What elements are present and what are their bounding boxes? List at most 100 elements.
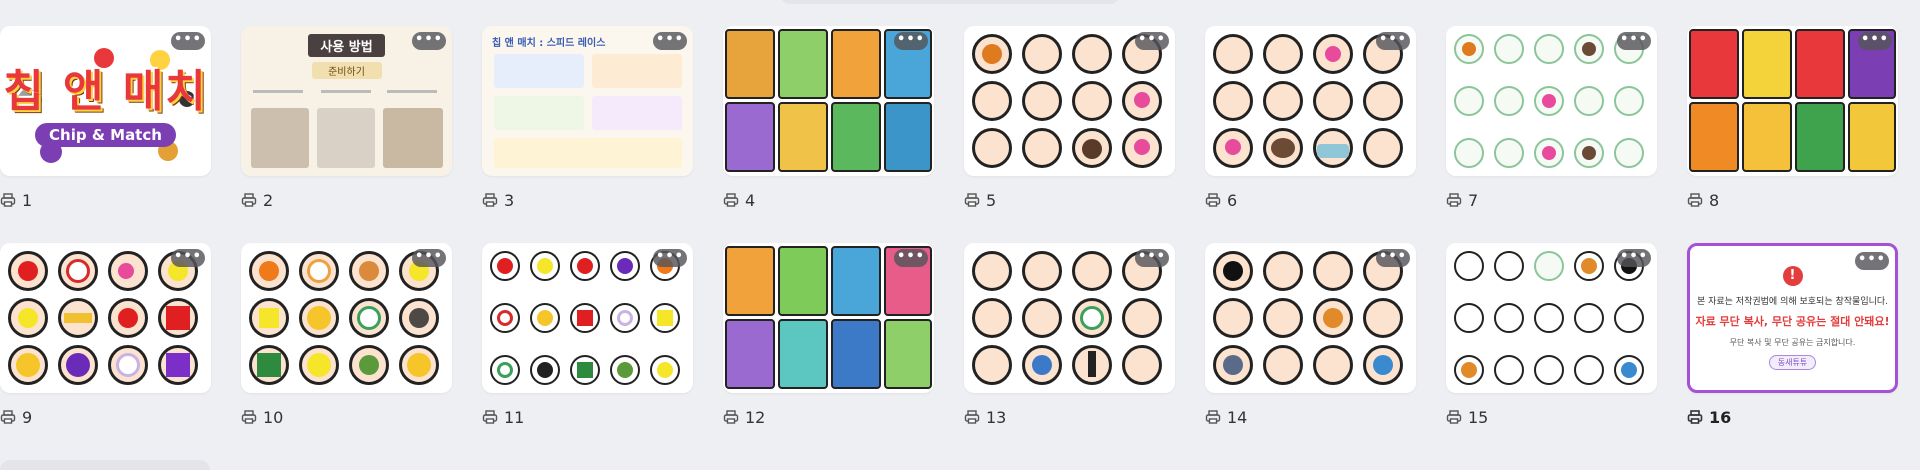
slide-number: 5 [986, 190, 997, 210]
slide-thumbnail-selected[interactable]: ! 본 자료는 저작권법에 의해 보호되는 창작물입니다. 자료 무단 복사, … [1687, 243, 1898, 393]
slide-thumbnail[interactable]: ••• [723, 243, 934, 393]
object-card [725, 246, 775, 316]
more-options-button[interactable]: ••• [1858, 32, 1892, 50]
slide-thumbnail[interactable]: ••• [241, 243, 452, 393]
slide-number: 4 [745, 190, 756, 210]
printer-icon [723, 193, 739, 207]
slide-thumbnail[interactable]: ••• [1687, 26, 1898, 176]
more-options-button[interactable]: ••• [653, 32, 687, 50]
warning-icon: ! [1782, 266, 1803, 286]
more-options-button[interactable]: ••• [171, 249, 205, 267]
animal-card [725, 102, 775, 172]
slide-thumbnail[interactable]: 사용 방법 준비하기 ••• [241, 26, 452, 176]
printer-icon [1446, 193, 1462, 207]
more-options-button[interactable]: ••• [894, 249, 928, 267]
rules-box [494, 138, 682, 168]
slide-number: 16 [1709, 407, 1732, 427]
slide-thumbnail[interactable]: ••• [1205, 26, 1416, 176]
slide-caption: 7 [1446, 188, 1658, 212]
rules-box [592, 54, 682, 88]
more-options-button[interactable]: ••• [1135, 249, 1169, 267]
more-options-button[interactable]: ••• [1855, 252, 1889, 270]
instructions-subtitle: 준비하기 [311, 62, 382, 79]
slide-number: 9 [22, 407, 33, 427]
printer-icon [964, 193, 980, 207]
slide-item-4[interactable]: ••• 4 [723, 26, 935, 212]
slide-caption: 8 [1687, 188, 1899, 212]
more-options-button[interactable]: ••• [653, 249, 687, 267]
slide-thumbnail[interactable]: ••• [0, 243, 211, 393]
rules-box [494, 96, 584, 130]
slide-thumbnail[interactable]: ••• [1446, 26, 1657, 176]
printer-icon [1205, 193, 1221, 207]
slide-thumbnail[interactable]: ••• [964, 26, 1175, 176]
slide-item-5[interactable]: ••• 5 [964, 26, 1176, 212]
slide-item-14[interactable]: ••• 14 [1205, 243, 1417, 429]
text-line [253, 90, 303, 93]
slide-item-1[interactable]: 칩 앤 매치 Chip & Match ••• 1 [0, 26, 212, 212]
slide-caption: 2 [241, 188, 453, 212]
notice-badge: 동새튜튜 [1768, 355, 1817, 370]
slide-item-16[interactable]: ! 본 자료는 저작권법에 의해 보호되는 창작물입니다. 자료 무단 복사, … [1687, 243, 1899, 429]
slide-thumbnail[interactable]: ••• [723, 26, 934, 176]
slide-item-15[interactable]: ••• 15 [1446, 243, 1658, 429]
slide-thumbnail[interactable]: ••• [482, 243, 693, 393]
slide-caption: 13 [964, 405, 1176, 429]
slide-item-2[interactable]: 사용 방법 준비하기 ••• 2 [241, 26, 453, 212]
slide-caption: 3 [482, 188, 694, 212]
fruit-card [1848, 102, 1896, 172]
more-options-button[interactable]: ••• [894, 32, 928, 50]
slide-number: 15 [1468, 407, 1489, 427]
printer-icon [964, 410, 980, 424]
rules-box [592, 96, 682, 130]
more-options-button[interactable]: ••• [171, 32, 205, 50]
slide-item-13[interactable]: ••• 13 [964, 243, 1176, 429]
printer-icon [241, 193, 257, 207]
slide-item-7[interactable]: ••• 7 [1446, 26, 1658, 212]
step-photo [383, 108, 443, 168]
more-options-button[interactable]: ••• [1376, 32, 1410, 50]
slide-number: 6 [1227, 190, 1238, 210]
printer-icon [723, 410, 739, 424]
slide-number: 2 [263, 190, 274, 210]
slide-number: 14 [1227, 407, 1248, 427]
slide-item-10[interactable]: ••• 10 [241, 243, 453, 429]
slide-thumbnail[interactable]: 칩 앤 매치 Chip & Match ••• [0, 26, 211, 176]
animal-card [778, 29, 828, 99]
step-photo [317, 108, 375, 168]
printer-icon [1687, 410, 1703, 424]
animal-card [725, 29, 775, 99]
more-options-button[interactable]: ••• [1617, 249, 1651, 267]
fruit-card [1689, 102, 1739, 172]
slide-item-8[interactable]: ••• 8 [1687, 26, 1899, 212]
slide-item-11[interactable]: ••• 11 [482, 243, 694, 429]
slide-thumbnail[interactable]: ••• [964, 243, 1175, 393]
object-card [778, 319, 828, 389]
slide-number: 7 [1468, 190, 1479, 210]
slide-thumbnail[interactable]: ••• [1205, 243, 1416, 393]
printer-icon [241, 410, 257, 424]
slide-item-9[interactable]: ••• 9 [0, 243, 212, 429]
logo-title: 칩 앤 매치 [3, 66, 208, 117]
printer-icon [482, 410, 498, 424]
slide-caption: 4 [723, 188, 935, 212]
fruit-card [1689, 29, 1739, 99]
slide-item-6[interactable]: ••• 6 [1205, 26, 1417, 212]
more-options-button[interactable]: ••• [412, 249, 446, 267]
slide-caption: 10 [241, 405, 453, 429]
slide-item-12[interactable]: ••• 12 [723, 243, 935, 429]
more-options-button[interactable]: ••• [1617, 32, 1651, 50]
game-rules-title: 칩 앤 매치 : 스피드 레이스 [492, 38, 606, 49]
object-card [831, 319, 881, 389]
more-options-button[interactable]: ••• [412, 32, 446, 50]
slide-thumbnail[interactable]: ••• [1446, 243, 1657, 393]
printer-icon [1687, 193, 1703, 207]
printer-icon [482, 193, 498, 207]
notice-text: 본 자료는 저작권법에 의해 보호되는 창작물입니다. [1696, 297, 1889, 307]
slide-thumbnail[interactable]: 칩 앤 매치 : 스피드 레이스 ••• [482, 26, 693, 176]
slide-item-3[interactable]: 칩 앤 매치 : 스피드 레이스 ••• 3 [482, 26, 694, 212]
more-options-button[interactable]: ••• [1376, 249, 1410, 267]
printer-icon [1446, 410, 1462, 424]
instructions-title: 사용 방법 [308, 34, 385, 57]
more-options-button[interactable]: ••• [1135, 32, 1169, 50]
